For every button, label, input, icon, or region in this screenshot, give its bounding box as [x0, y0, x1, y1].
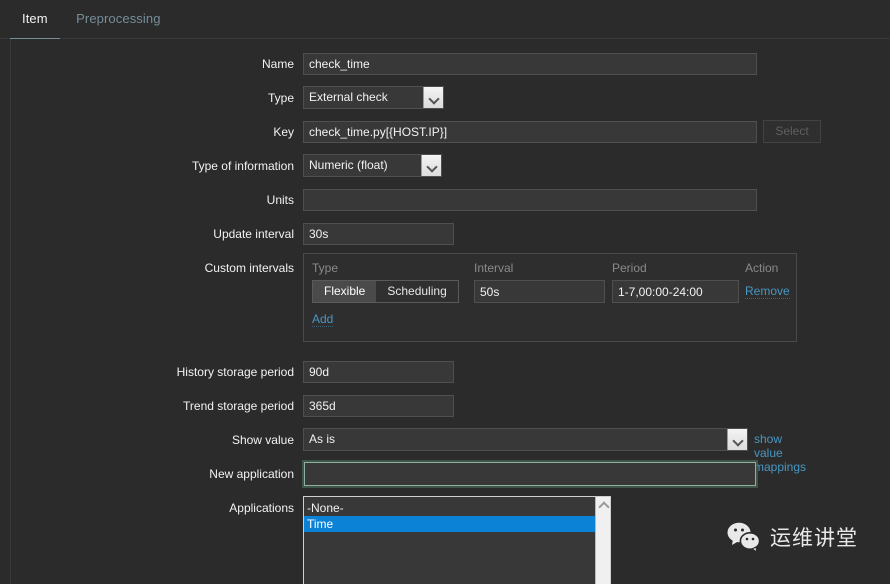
type-label: Type [267, 91, 294, 105]
applications-label: Applications [229, 501, 294, 515]
key-input[interactable] [303, 121, 757, 143]
custom-interval-interval-input[interactable] [474, 280, 605, 303]
toggle-option-scheduling[interactable]: Scheduling [376, 281, 458, 302]
chevron-down-icon[interactable] [727, 429, 747, 450]
scroll-up-icon[interactable] [596, 497, 610, 512]
new-application-input[interactable] [304, 462, 756, 486]
units-input[interactable] [303, 189, 757, 211]
name-label: Name [261, 57, 294, 71]
show-value-label: Show value [231, 433, 294, 447]
type-select-value: External check [309, 90, 388, 104]
units-label: Units [266, 193, 294, 207]
history-storage-period-input[interactable] [303, 361, 454, 383]
type-of-information-value: Numeric (float) [309, 158, 388, 172]
custom-intervals-header-period: Period [612, 261, 647, 275]
trend-storage-period-label: Trend storage period [183, 399, 294, 413]
new-application-label: New application [209, 467, 294, 481]
show-value-select-value: As is [309, 432, 336, 446]
applications-option-time[interactable]: Time [304, 516, 596, 532]
custom-intervals-box: Type Interval Period Action Flexible Sch… [303, 253, 797, 342]
chevron-down-icon[interactable] [421, 155, 441, 176]
custom-interval-period-input[interactable] [612, 280, 739, 303]
tab-preprocessing[interactable]: Preprocessing [64, 0, 172, 38]
name-input[interactable] [303, 53, 757, 75]
applications-listbox[interactable]: -None- Time [303, 496, 611, 584]
applications-scrollbar[interactable] [595, 497, 610, 584]
type-of-information-label: Type of information [191, 159, 294, 173]
toggle-option-flexible[interactable]: Flexible [313, 281, 377, 302]
applications-option-none[interactable]: -None- [304, 500, 610, 516]
item-configuration-page: Item Preprocessing Name Type External ch… [0, 0, 890, 584]
custom-intervals-header-interval: Interval [474, 261, 514, 275]
show-value-select[interactable]: As is [303, 428, 748, 451]
custom-interval-add-link[interactable]: Add [312, 312, 334, 327]
show-value-mappings-link[interactable]: show value mappings [754, 432, 806, 474]
trend-storage-period-input[interactable] [303, 395, 454, 417]
tab-item[interactable]: Item [10, 0, 60, 41]
item-form: Name Type External check Key Select Type… [10, 39, 890, 584]
custom-intervals-header-action: Action [745, 261, 779, 275]
key-label: Key [273, 125, 294, 139]
custom-interval-remove-link[interactable]: Remove [745, 284, 790, 299]
custom-intervals-label: Custom intervals [204, 261, 294, 275]
update-interval-input[interactable] [303, 223, 454, 245]
tab-bar: Item Preprocessing [0, 0, 890, 41]
type-of-information-select[interactable]: Numeric (float) [303, 154, 442, 177]
type-select[interactable]: External check [303, 86, 444, 109]
custom-intervals-header-type: Type [312, 261, 339, 275]
update-interval-label: Update interval [213, 227, 294, 241]
key-select-button[interactable]: Select [763, 120, 821, 143]
chevron-down-icon[interactable] [423, 87, 443, 108]
custom-interval-type-toggle[interactable]: Flexible Scheduling [312, 280, 459, 303]
history-storage-period-label: History storage period [176, 365, 294, 379]
